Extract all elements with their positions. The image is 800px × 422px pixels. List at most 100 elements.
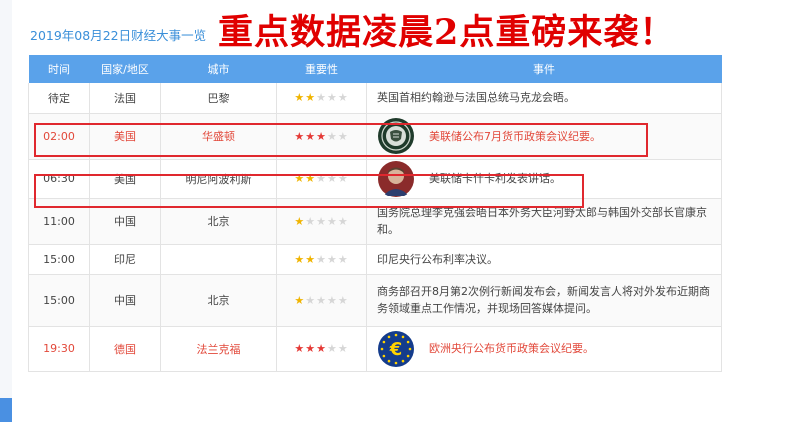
city-cell: 北京 — [160, 274, 277, 327]
event-cell: 印尼央行公布利率决议。 — [366, 244, 722, 275]
star-filled-icon: ★ — [294, 214, 306, 228]
star-empty-icon: ★ — [337, 342, 349, 355]
event-text: 英国首相约翰逊与法国总统马克龙会晤。 — [377, 91, 575, 105]
event-cell: 国务院总理李克强会晤日本外务大臣河野太郎与韩国外交部长官康京和。 — [366, 198, 722, 245]
table-row[interactable]: 11:00 中国 北京 ★★★★★ 国务院总理李克强会晤日本外务大臣河野太郎与韩国外交部… — [28, 198, 722, 245]
table-row[interactable]: 02:00 美国 华盛顿 ★★★★★ 美联储公布7月货币政策会议纪要。 — [28, 113, 722, 160]
time-cell: 15:00 — [28, 274, 90, 327]
star-filled-icon: ★ — [316, 129, 327, 143]
star-empty-icon: ★ — [337, 172, 349, 185]
star-empty-icon: ★ — [326, 293, 338, 307]
star-empty-icon: ★ — [337, 293, 349, 307]
importance-stars: ★★★★★ — [276, 113, 367, 160]
column-header-time: 时间 — [28, 55, 90, 83]
importance-stars: ★★★★★ — [276, 198, 367, 245]
importance-stars: ★★★★★ — [276, 83, 367, 114]
event-cell: € 欧洲央行公布货币政策会议纪要。 — [366, 326, 722, 372]
time-cell: 待定 — [28, 83, 90, 114]
star-empty-icon: ★ — [316, 252, 327, 266]
page-subtitle: 2019年08月22日财经大事一览 — [30, 28, 207, 43]
euro-symbol-icon: € — [377, 330, 415, 368]
country-cell: 印尼 — [89, 244, 161, 275]
event-cell: 美联储卡什卡利发表讲话。 — [366, 159, 722, 199]
time-cell: 02:00 — [28, 113, 90, 160]
star-filled-icon: ★ — [294, 91, 306, 105]
star-empty-icon: ★ — [337, 252, 349, 266]
star-empty-icon: ★ — [305, 293, 317, 307]
star-empty-icon: ★ — [316, 214, 327, 228]
city-cell: 巴黎 — [160, 83, 277, 114]
importance-stars: ★★★★★ — [276, 326, 367, 372]
star-filled-icon: ★ — [294, 252, 306, 266]
star-filled-icon: ★ — [294, 129, 306, 143]
star-filled-icon: ★ — [294, 293, 306, 307]
table-row[interactable]: 待定 法国 巴黎 ★★★★★ 英国首相约翰逊与法国总统马克龙会晤。 — [28, 83, 722, 114]
country-cell: 美国 — [89, 159, 161, 199]
country-cell: 德国 — [89, 326, 161, 372]
star-empty-icon: ★ — [316, 91, 327, 105]
column-header-importance: 重要性 — [276, 55, 367, 83]
star-filled-icon: ★ — [305, 91, 317, 105]
importance-stars: ★★★★★ — [276, 159, 367, 199]
star-empty-icon: ★ — [316, 293, 327, 307]
star-filled-icon: ★ — [316, 342, 327, 355]
event-cell: 美联储公布7月货币政策会议纪要。 — [366, 113, 722, 160]
star-empty-icon: ★ — [326, 252, 338, 266]
country-cell: 中国 — [89, 198, 161, 245]
star-empty-icon: ★ — [337, 129, 349, 143]
time-cell: 15:00 — [28, 244, 90, 275]
event-text: 商务部召开8月第2次例行新闻发布会，新闻发言人将对外发布近期商务领域重点工作情况… — [377, 285, 710, 315]
city-cell: 明尼阿波利斯 — [160, 159, 277, 199]
time-cell: 19:30 — [28, 326, 90, 372]
star-empty-icon: ★ — [337, 214, 349, 228]
column-header-city: 城市 — [160, 55, 277, 83]
city-cell: 华盛顿 — [160, 113, 277, 160]
event-text: 美联储卡什卡利发表讲话。 — [429, 172, 561, 185]
star-empty-icon: ★ — [337, 91, 349, 105]
star-empty-icon: ★ — [326, 342, 338, 355]
star-empty-icon: ★ — [326, 91, 338, 105]
event-text: 美联储公布7月货币政策会议纪要。 — [429, 129, 601, 143]
star-filled-icon: ★ — [305, 172, 317, 185]
svg-text:€: € — [389, 339, 403, 360]
star-empty-icon: ★ — [305, 214, 317, 228]
event-text: 欧洲央行公布货币政策会议纪要。 — [429, 342, 594, 355]
time-cell: 06:30 — [28, 159, 90, 199]
importance-stars: ★★★★★ — [276, 274, 367, 327]
scroll-indicator[interactable] — [0, 398, 12, 422]
event-text: 印尼央行公布利率决议。 — [377, 252, 498, 266]
speaker-portrait-icon — [377, 160, 415, 198]
star-empty-icon: ★ — [326, 214, 338, 228]
country-cell: 法国 — [89, 83, 161, 114]
city-cell: 法兰克福 — [160, 326, 277, 372]
star-filled-icon: ★ — [294, 172, 306, 185]
event-cell: 英国首相约翰逊与法国总统马克龙会晤。 — [366, 83, 722, 114]
page-headline: 重点数据凌晨2点重磅来袭！ — [218, 12, 676, 53]
star-empty-icon: ★ — [316, 172, 327, 185]
events-table-container: 时间 国家/地区 城市 重要性 事件 待定 法国 巴黎 ★★★★★ 英国首相约翰逊与法国… — [28, 55, 722, 372]
event-cell: 商务部召开8月第2次例行新闻发布会，新闻发言人将对外发布近期商务领域重点工作情况… — [366, 274, 722, 327]
column-header-event: 事件 — [366, 55, 722, 83]
country-cell: 美国 — [89, 113, 161, 160]
star-filled-icon: ★ — [305, 129, 317, 143]
importance-stars: ★★★★★ — [276, 244, 367, 275]
city-cell — [160, 244, 277, 275]
star-empty-icon: ★ — [326, 129, 338, 143]
city-cell: 北京 — [160, 198, 277, 245]
table-row[interactable]: 06:30 美国 明尼阿波利斯 ★★★★★ 美联储卡什卡利发表讲话。 — [28, 159, 722, 199]
star-filled-icon: ★ — [305, 342, 317, 355]
events-table: 时间 国家/地区 城市 重要性 事件 待定 法国 巴黎 ★★★★★ 英国首相约翰逊与法国… — [28, 55, 722, 372]
left-edge-strip — [0, 0, 12, 422]
table-row[interactable]: 19:30 德国 法兰克福 ★★★★★ € 欧洲央行公布货币政策会议纪要。 — [28, 326, 722, 372]
table-header-row: 时间 国家/地区 城市 重要性 事件 — [28, 55, 722, 83]
table-body: 待定 法国 巴黎 ★★★★★ 英国首相约翰逊与法国总统马克龙会晤。 02:00 美国 华盛顿 ★… — [28, 83, 722, 372]
table-row[interactable]: 15:00 印尼 ★★★★★ 印尼央行公布利率决议。 — [28, 244, 722, 275]
event-text: 国务院总理李克强会晤日本外务大臣河野太郎与韩国外交部长官康京和。 — [377, 206, 707, 236]
star-empty-icon: ★ — [326, 172, 338, 185]
table-row[interactable]: 15:00 中国 北京 ★★★★★ 商务部召开8月第2次例行新闻发布会，新闻发言人将对外… — [28, 274, 722, 327]
star-filled-icon: ★ — [305, 252, 317, 266]
fed-seal-icon — [377, 117, 415, 155]
column-header-country: 国家/地区 — [89, 55, 161, 83]
time-cell: 11:00 — [28, 198, 90, 245]
country-cell: 中国 — [89, 274, 161, 327]
